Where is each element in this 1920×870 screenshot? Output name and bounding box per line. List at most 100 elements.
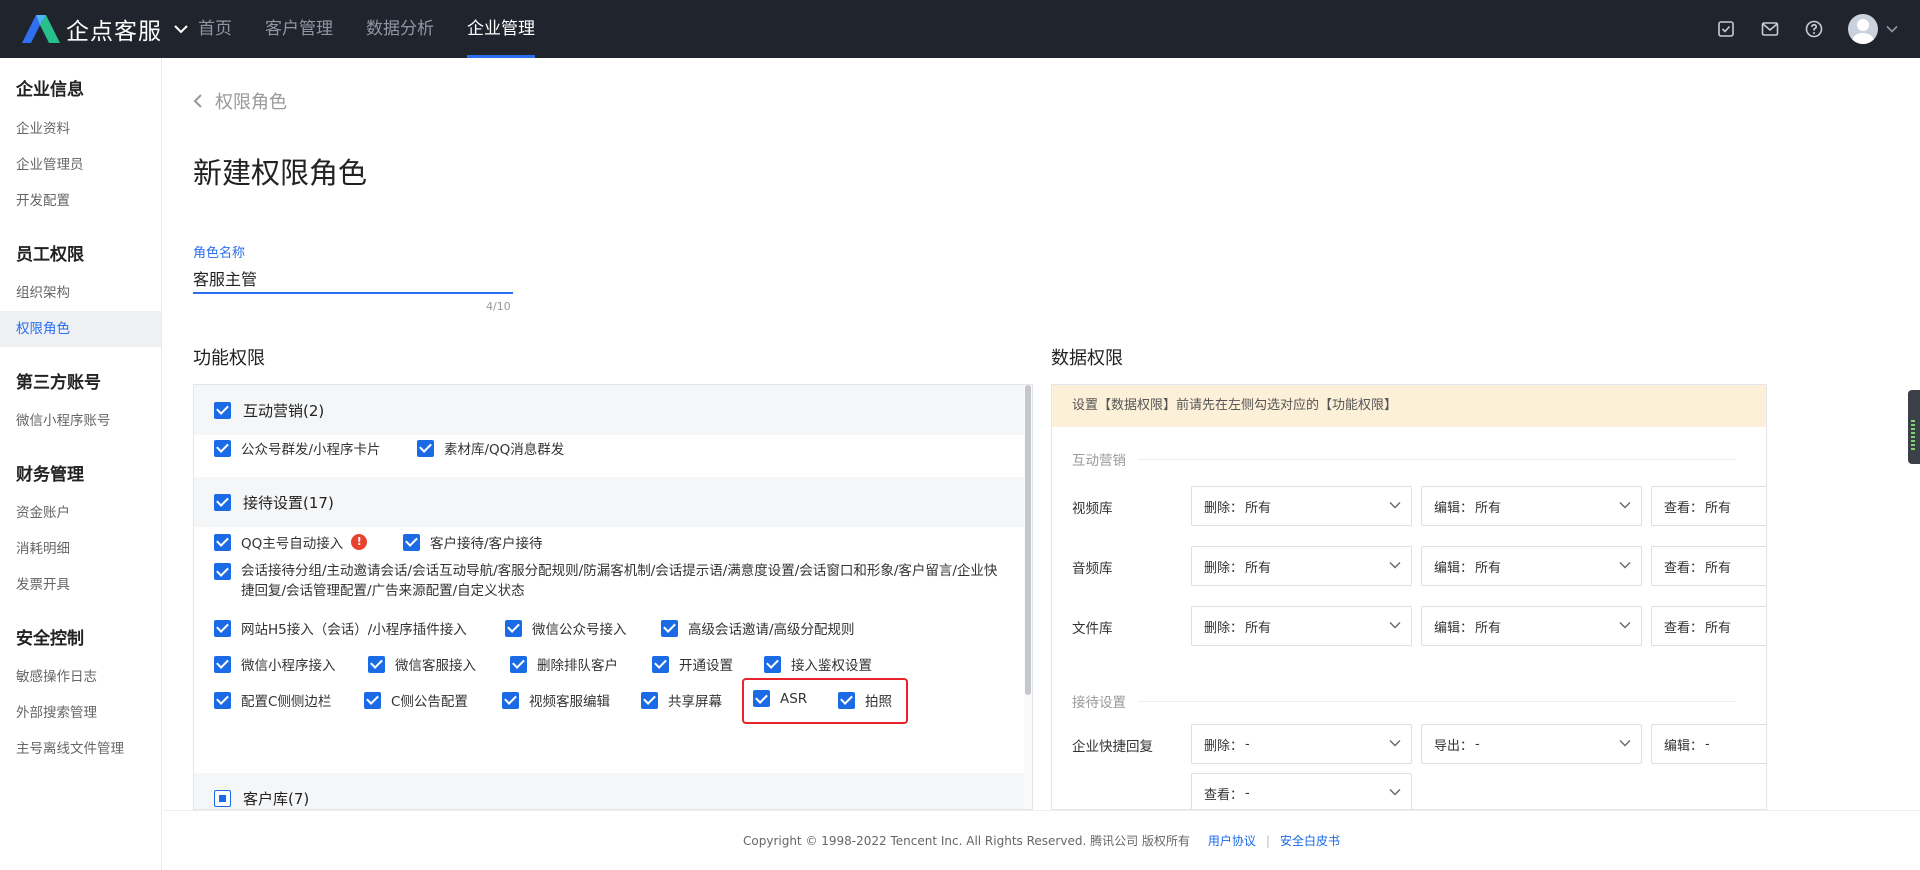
scrollbar-thumb[interactable] [1025, 385, 1031, 695]
option-qq-auto-access[interactable]: QQ主号自动接入 ! [214, 532, 368, 552]
scrollbar-track[interactable] [1024, 385, 1032, 809]
select-prefix: 查看： [1664, 560, 1704, 576]
option-photo[interactable]: 拍照 [838, 690, 892, 710]
quick-delete-select[interactable]: 删除： - [1191, 724, 1412, 764]
func-permission-panel: 互动营销(2) 公众号群发/小程序卡片 素材库/QQ消息群发 接待设置(17) … [193, 384, 1033, 810]
chevron-down-icon[interactable] [1886, 25, 1898, 33]
sidebar-item-offline-files[interactable]: 主号离线文件管理 [0, 731, 161, 767]
sidebar-item-invoice[interactable]: 发票开具 [0, 567, 161, 603]
sidebar-group-title: 财务管理 [16, 465, 84, 485]
sidebar-item-org-structure[interactable]: 组织架构 [0, 275, 161, 311]
checkbox[interactable] [364, 691, 381, 709]
audio-delete-select[interactable]: 删除： 所有 [1191, 546, 1412, 586]
user-agreement-link[interactable]: 用户协议 [1208, 832, 1256, 849]
sidebar-item-wechat-miniprogram[interactable]: 微信小程序账号 [0, 403, 161, 439]
checkbox[interactable] [214, 691, 231, 709]
security-whitepaper-link[interactable]: 安全白皮书 [1280, 832, 1340, 849]
option-official-broadcast[interactable]: 公众号群发/小程序卡片 [214, 438, 381, 458]
video-delete-select[interactable]: 删除： 所有 [1191, 486, 1412, 526]
row-label-quick-reply: 企业快捷回复 [1072, 739, 1153, 755]
video-view-select[interactable]: 查看： 所有 [1651, 486, 1766, 526]
checkbox[interactable] [214, 619, 231, 637]
quick-edit-select[interactable]: 编辑： - [1651, 724, 1766, 764]
checkbox[interactable] [214, 439, 231, 457]
checkbox[interactable] [764, 655, 781, 673]
checkbox[interactable] [652, 655, 669, 673]
sidebar-item-company-profile[interactable]: 企业资料 [0, 111, 161, 147]
option-video-cs-edit[interactable]: 视频客服编辑 [502, 690, 610, 710]
option-material-library[interactable]: 素材库/QQ消息群发 [417, 438, 564, 458]
checkbox[interactable] [661, 619, 678, 637]
option-asr[interactable]: ASR [753, 690, 807, 707]
brand-logo-icon [22, 15, 60, 43]
nav-data-analysis[interactable]: 数据分析 [366, 0, 434, 58]
brand-logo[interactable]: 企点客服 [22, 12, 188, 46]
help-icon[interactable] [1804, 19, 1824, 39]
warning-icon[interactable]: ! [351, 534, 368, 550]
checkbox[interactable] [753, 690, 770, 707]
sidebar-item-dev-config[interactable]: 开发配置 [0, 183, 161, 219]
option-customer-reception[interactable]: 客户接待/客户接待 [403, 532, 543, 552]
file-view-select[interactable]: 查看： 所有 [1651, 606, 1766, 646]
quick-view-select[interactable]: 查看： - [1191, 773, 1412, 809]
nav-home[interactable]: 首页 [198, 0, 232, 58]
checkbox[interactable] [403, 533, 420, 551]
checkbox[interactable] [214, 533, 231, 551]
checkbox[interactable] [505, 619, 522, 637]
mail-icon[interactable] [1760, 19, 1780, 39]
option-wechat-official-access[interactable]: 微信公众号接入 [505, 618, 627, 638]
sidebar-item-fund-account[interactable]: 资金账户 [0, 495, 161, 531]
checkbox[interactable] [214, 655, 231, 673]
checkbox[interactable] [214, 401, 231, 419]
group-label: 互动营销(2) [243, 401, 325, 420]
option-screen-share[interactable]: 共享屏幕 [641, 690, 722, 710]
checkbox[interactable] [417, 439, 434, 457]
chevron-down-icon[interactable] [174, 24, 188, 34]
option-activation-settings[interactable]: 开通设置 [652, 654, 733, 674]
sidebar-item-consumption[interactable]: 消耗明细 [0, 531, 161, 567]
file-edit-select[interactable]: 编辑： 所有 [1421, 606, 1642, 646]
role-name-input[interactable] [193, 264, 513, 294]
checkbox[interactable] [641, 691, 658, 709]
side-float-tab[interactable] [1908, 390, 1920, 464]
sidebar-item-external-search[interactable]: 外部搜索管理 [0, 695, 161, 731]
nav-enterprise-management[interactable]: 企业管理 [467, 0, 535, 58]
option-delete-queue[interactable]: 删除排队客户 [510, 654, 618, 674]
sidebar-group-title: 企业信息 [16, 80, 84, 100]
checkbox[interactable] [510, 655, 527, 673]
option-h5-access[interactable]: 网站H5接入（会话）/小程序插件接入 [214, 618, 467, 638]
option-wechat-miniprogram-access[interactable]: 微信小程序接入 [214, 654, 336, 674]
file-delete-select[interactable]: 删除： 所有 [1191, 606, 1412, 646]
sidebar-item-sensitive-log[interactable]: 敏感操作日志 [0, 659, 161, 695]
group-header-customer-library[interactable]: 客户库(7) [194, 773, 1024, 809]
option-advanced-invite[interactable]: 高级会话邀请/高级分配规则 [661, 618, 855, 638]
breadcrumb[interactable]: 权限角色 [193, 88, 287, 114]
group-header-reception-settings[interactable]: 接待设置(17) [194, 477, 1024, 527]
checkbox[interactable] [214, 563, 231, 580]
option-wechat-cs-access[interactable]: 微信客服接入 [368, 654, 476, 674]
option-access-auth-settings[interactable]: 接入鉴权设置 [764, 654, 872, 674]
checkbox[interactable] [214, 789, 231, 807]
audio-view-select[interactable]: 查看： 所有 [1651, 546, 1766, 586]
checkbox[interactable] [214, 493, 231, 511]
avatar[interactable] [1848, 14, 1878, 44]
audio-edit-select[interactable]: 编辑： 所有 [1421, 546, 1642, 586]
option-c-sidebar-config[interactable]: 配置C侧侧边栏 [214, 690, 331, 710]
sidebar-item-permission-roles[interactable]: 权限角色 [0, 311, 161, 347]
option-label: 客户接待/客户接待 [430, 536, 543, 552]
nav-customer-management[interactable]: 客户管理 [265, 0, 333, 58]
quick-export-select[interactable]: 导出： - [1421, 724, 1642, 764]
checkbox[interactable] [368, 655, 385, 673]
option-label: 开通设置 [679, 658, 733, 674]
checkbox[interactable] [502, 691, 519, 709]
task-check-icon[interactable] [1716, 19, 1736, 39]
select-prefix: 查看： [1664, 500, 1704, 516]
select-value: 所有 [1475, 560, 1502, 576]
checkbox[interactable] [838, 691, 855, 709]
copyright-text: Copyright © 1998-2022 Tencent Inc. All R… [743, 834, 1190, 848]
video-edit-select[interactable]: 编辑： 所有 [1421, 486, 1642, 526]
option-session-config-bundle[interactable]: 会话接待分组/主动邀请会话/会话互动导航/客服分配规则/防漏客机制/会话提示语/… [214, 563, 1001, 601]
option-c-announcement[interactable]: C侧公告配置 [364, 690, 468, 710]
sidebar-item-company-admin[interactable]: 企业管理员 [0, 147, 161, 183]
group-header-interactive-marketing[interactable]: 互动营销(2) [194, 385, 1024, 435]
